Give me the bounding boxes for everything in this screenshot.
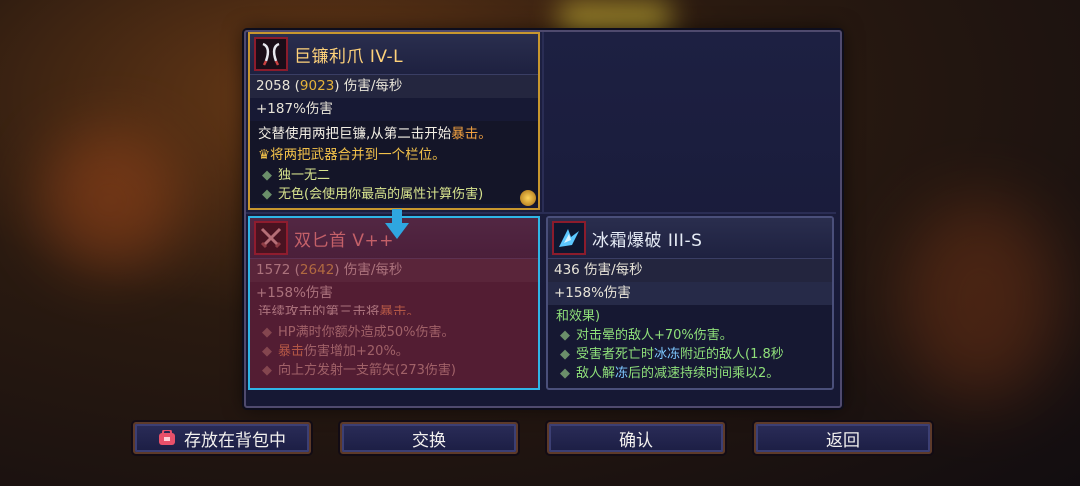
store-button-label: 存放在背包中 [184, 430, 286, 451]
ice-blast-icon [552, 221, 586, 255]
back-button[interactable]: 返回 [754, 422, 932, 454]
crit-keyword: 暴击 [278, 344, 305, 359]
trait-text: 向上方发射一支箭矢(273伤害) [278, 363, 456, 378]
merge-note: ♛将两把武器合并到一个栏位。 [250, 145, 538, 166]
diamond-icon: ◆ [560, 366, 570, 381]
dps-value: 1572 [256, 262, 291, 278]
trait-text: 敌人解 [576, 366, 616, 381]
merge-text: 将两把武器合并到一个栏位。 [270, 147, 446, 163]
trait-item: ◆ 受害者死亡时冰冻附近的敌人(1.8秒 [548, 345, 832, 364]
weapon-card-ice-blast[interactable]: 冰霜爆破 III-S 436 伤害/每秒 +158%伤害 和效果) ◆ 对击晕的敌… [546, 216, 834, 390]
damage-bonus: +187%伤害 [256, 101, 333, 117]
dual-daggers-icon [254, 221, 288, 255]
weapon-name: 双匕首 V++ [294, 230, 395, 251]
trait-item: ◆ 向上方发射一支箭矢(273伤害) [250, 361, 538, 380]
card-header: 巨镰利爪 IV-L [250, 34, 538, 75]
panel-divider [246, 212, 836, 214]
description-text: 交替使用两把巨镰,从第二击开始 [258, 126, 452, 142]
backpack-icon [159, 430, 175, 445]
weapon-description: 连续攻击的第三击将暴击。 [250, 305, 538, 315]
trait-item: ◆ HP满时你额外造成50%伤害。 [250, 323, 538, 342]
store-in-backpack-button[interactable]: 存放在背包中 [133, 422, 311, 454]
card-header: 冰霜爆破 III-S [548, 218, 832, 259]
dps-value: 436 [554, 262, 580, 278]
panel-divider [542, 32, 544, 214]
weapon-card-dual-daggers[interactable]: 双匕首 V++ 1572 (2642) 伤害/每秒 +158%伤害 连续攻击的第… [248, 216, 540, 390]
description-text: 连续攻击的第三击将 [258, 305, 380, 315]
trait-item: ◆ 无色(会使用你最高的属性计算伤害) [250, 185, 538, 204]
damage-bonus: +158%伤害 [256, 285, 333, 301]
background-torch [40, 130, 180, 270]
corner-ornament [520, 190, 536, 206]
dps-high-value: 2642 [299, 262, 335, 278]
dps-value: 2058 [256, 78, 291, 94]
diamond-icon: ◆ [262, 187, 272, 202]
weapon-description: 交替使用两把巨镰,从第二击开始暴击。 [250, 121, 538, 145]
diamond-icon: ◆ [262, 168, 272, 183]
trait-text: HP满时你额外造成50%伤害。 [278, 325, 455, 340]
swap-button-label: 交换 [412, 430, 446, 451]
crown-icon: ♛ [258, 147, 271, 163]
crit-keyword: 暴击。 [451, 126, 492, 142]
diamond-icon: ◆ [560, 328, 570, 343]
scythe-claw-icon [254, 37, 288, 71]
confirm-button[interactable]: 确认 [547, 422, 725, 454]
trait-text: 伤害增加+20%。 [304, 344, 409, 359]
trait-text: 后的减速持续时间乘以2。 [628, 366, 780, 381]
dps-unit: 伤害/每秒 [584, 262, 643, 278]
trait-text: 独一无二 [278, 168, 331, 183]
dps-unit: 伤害/每秒 [343, 262, 403, 278]
swap-button[interactable]: 交换 [340, 422, 518, 454]
freeze-keyword: 冰冻 [654, 347, 681, 362]
trait-item: ◆ 暴击伤害增加+20%。 [250, 342, 538, 361]
crit-keyword: 暴击。 [379, 305, 421, 315]
freeze-keyword: 冻 [615, 366, 629, 381]
diamond-icon: ◆ [262, 363, 272, 378]
trait-text: 附近的敌人(1.8秒 [680, 347, 784, 362]
diamond-icon: ◆ [262, 344, 272, 359]
trait-item: ◆ 对击晕的敌人+70%伤害。 [548, 326, 832, 345]
diamond-icon: ◆ [262, 325, 272, 340]
dps-high-value: 9023 [299, 78, 335, 94]
damage-bonus: +158%伤害 [548, 282, 832, 305]
trait-text: 受害者死亡时 [576, 347, 655, 362]
diamond-icon: ◆ [560, 347, 570, 362]
trait-text: 对击晕的敌人+70%伤害。 [576, 328, 733, 343]
trait-text: 无色(会使用你最高的属性计算伤害) [278, 187, 484, 202]
confirm-button-label: 确认 [619, 430, 653, 451]
dps-unit: 伤害/每秒 [343, 78, 403, 94]
back-button-label: 返回 [826, 430, 860, 451]
dps-row: 2058 (9023) 伤害/每秒 [250, 75, 538, 98]
swap-arrow-icon [385, 209, 409, 239]
dps-row: 1572 (2642) 伤害/每秒 [250, 259, 538, 282]
weapon-name: 巨镰利爪 IV-L [294, 46, 404, 67]
background-torch-right [900, 200, 1060, 400]
trait-item: ◆ 独一无二 [250, 166, 538, 185]
weapon-name: 冰霜爆破 III-S [592, 230, 703, 251]
weapon-card-new[interactable]: 巨镰利爪 IV-L 2058 (9023) 伤害/每秒 +187%伤害 交替使用… [248, 32, 540, 210]
dps-row: 436 伤害/每秒 [548, 259, 832, 282]
trait-item: ◆ 敌人解冻后的减速持续时间乘以2。 [548, 364, 832, 383]
effect-header: 和效果) [556, 309, 601, 324]
